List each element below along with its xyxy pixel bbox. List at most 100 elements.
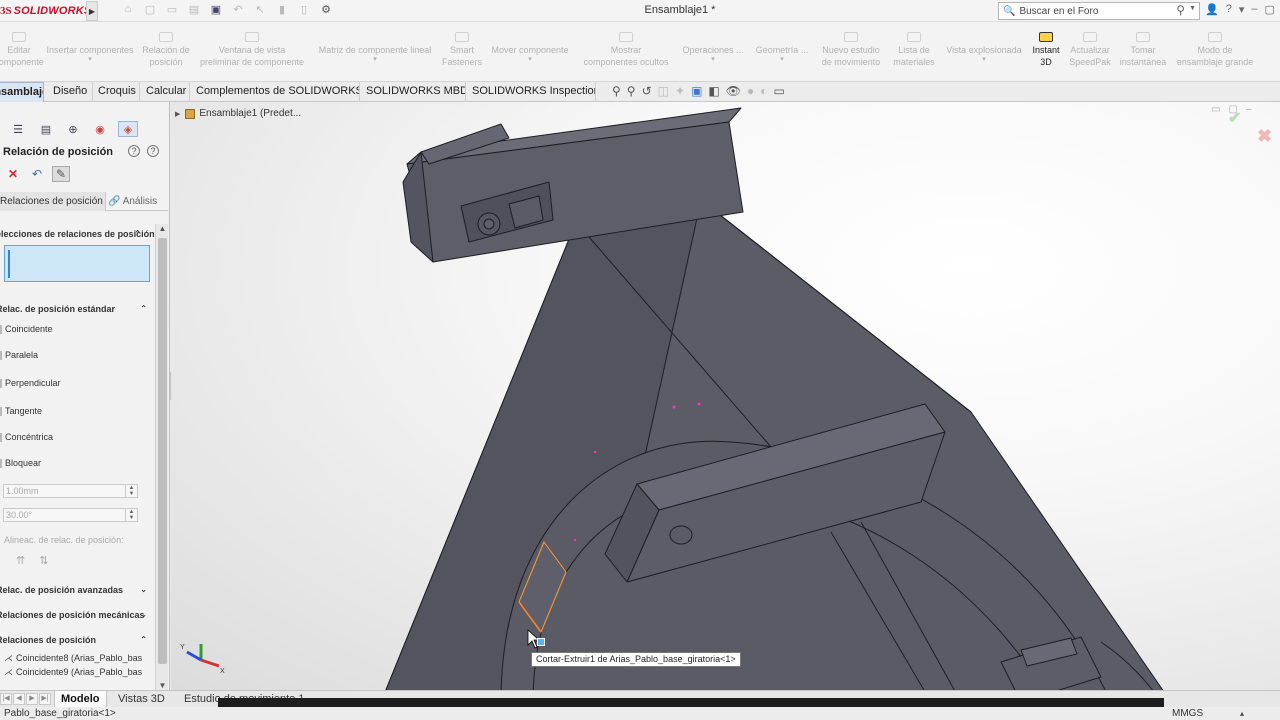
mate-list-item[interactable]: ⋌ Coincidente9 (Arias_Pablo_bas (4, 667, 142, 678)
mate-parallel[interactable]: Paralela (0, 350, 38, 360)
cmd-reference-geometry[interactable]: Geometría ... ▾ (752, 44, 812, 64)
prev-tab-icon[interactable]: ◀ (13, 693, 25, 705)
previous-view-icon[interactable]: ↺ (642, 84, 652, 100)
confirm-check-icon[interactable]: ✔ (1228, 108, 1241, 128)
chevron-down-icon[interactable]: ▾ (484, 56, 576, 64)
last-tab-icon[interactable]: ▶| (39, 693, 51, 705)
cmd-update-speedpak[interactable]: Actualizar SpeedPak (1066, 32, 1114, 68)
scroll-down-icon[interactable]: ▼ (156, 681, 169, 690)
cmd-bill-of-materials[interactable]: Lista de materiales (886, 32, 942, 68)
cmd-move-component[interactable]: Mover componente ▾ (484, 44, 576, 64)
help-dropdown-icon[interactable]: ▾ (1239, 3, 1245, 16)
feature-tree-root[interactable]: ▶ Ensamblaje1 (Predet... (175, 108, 301, 119)
mate-tangent[interactable]: Tangente (0, 406, 42, 416)
tab-layout[interactable]: Diseño (49, 82, 93, 102)
save-icon[interactable]: ▤ (186, 3, 202, 19)
graphics-area[interactable]: ▶ Ensamblaje1 (Predet... ▭ ▢ – ✔ ✖ Y X C… (171, 102, 1280, 690)
view-orientation-icon[interactable]: ▣ (691, 84, 702, 100)
cmd-assembly-features[interactable]: Operaciones ... ▾ (680, 44, 746, 64)
rebuild-icon[interactable]: ▮ (274, 3, 290, 19)
configuration-manager-icon[interactable]: ⊕ (63, 121, 83, 137)
dimxpert-icon[interactable]: ◉ (90, 121, 110, 137)
undo-icon[interactable]: ↶ (28, 166, 46, 182)
hide-show-items-icon[interactable]: 👁 (726, 84, 741, 100)
feature-manager-icon[interactable]: ☰ (8, 121, 28, 137)
first-tab-icon[interactable]: |◀ (0, 693, 12, 705)
zoom-to-area-icon[interactable]: ⚲ (627, 84, 636, 100)
chevron-up-icon[interactable]: ⌃ (140, 301, 147, 317)
view-settings-icon[interactable]: ▭ (773, 84, 784, 100)
scrollbar-thumb[interactable] (158, 238, 167, 664)
chevron-down-icon[interactable]: ▾ (40, 56, 140, 64)
chevron-down-icon[interactable]: ▾ (680, 56, 746, 64)
tab-solidworks-addins[interactable]: Complementos de SOLIDWORKS (192, 82, 360, 102)
user-icon[interactable]: 👤 (1205, 3, 1219, 16)
tab-solidworks-mbd[interactable]: SOLIDWORKS MBD (362, 82, 466, 102)
chevron-down-icon[interactable]: ▾ (942, 56, 1026, 64)
cmd-show-hidden[interactable]: Mostrar componentes ocultos (576, 32, 676, 68)
unit-system[interactable]: MMGS (1172, 707, 1203, 720)
chevron-down-icon[interactable]: ▾ (752, 56, 812, 64)
mate-coincident[interactable]: Coincidente (0, 324, 53, 334)
apply-scene-icon[interactable]: ◐ (760, 84, 767, 100)
chevron-down-icon[interactable]: ⌄ (140, 582, 147, 598)
chevron-up-icon[interactable]: ⌃ (134, 226, 141, 242)
restore-icon[interactable]: ▢ (1264, 3, 1274, 16)
mate-concentric[interactable]: Concéntrica (0, 432, 53, 442)
dynamic-annotation-icon[interactable]: ✦ (675, 84, 685, 100)
search-scope-icon[interactable]: 🔍 (1003, 6, 1015, 17)
open-folder-icon[interactable]: ▭ (164, 3, 180, 19)
search-icon[interactable]: ⚲ (1176, 3, 1185, 17)
help-icon[interactable]: ? (1226, 3, 1232, 16)
help-icon[interactable]: ? (147, 145, 159, 157)
section-view-icon[interactable]: ◫ (658, 84, 669, 100)
mate-lock[interactable]: Bloquear (0, 458, 41, 468)
next-tab-icon[interactable]: ▶ (26, 693, 38, 705)
tab-3d-views[interactable]: Vistas 3D (112, 691, 171, 708)
edit-appearance-icon[interactable]: ● (747, 84, 754, 100)
cmd-component-preview[interactable]: Ventana de vista preliminar de component… (192, 32, 312, 68)
options-gear-icon[interactable]: ⚙ (318, 3, 334, 19)
cancel-x-icon[interactable]: ✖ (1257, 126, 1272, 147)
panel-scrollbar[interactable]: ▲ ▼ (155, 224, 168, 690)
property-manager-icon[interactable]: ▤ (36, 121, 56, 137)
forum-search-input[interactable]: 🔍 Buscar en el Foro ⚲ ▼ (998, 2, 1200, 20)
menu-expand-arrow-icon[interactable]: ▶ (86, 1, 98, 21)
chevron-down-icon[interactable]: ⌄ (140, 607, 147, 623)
cmd-new-motion-study[interactable]: Nuevo estudio de movimiento (816, 32, 886, 68)
home-icon[interactable]: ⌂ (120, 3, 136, 19)
mate-perpendicular[interactable]: Perpendicular (0, 378, 61, 388)
tab-solidworks-inspection[interactable]: SOLIDWORKS Inspection (468, 82, 596, 102)
angle-spinbox[interactable]: 30.00° ▲ ▼ (3, 508, 138, 522)
cmd-linear-pattern[interactable]: Matriz de componente lineal ▾ (312, 44, 438, 64)
viewport-minimize-icon[interactable]: – (1246, 104, 1252, 115)
aligned-icon[interactable]: ⇈ (16, 554, 25, 567)
undo-icon[interactable]: ↶ (230, 3, 246, 19)
viewport-restore-icon[interactable]: ▭ (1211, 104, 1220, 115)
group-standard-mates[interactable]: Relac. de posición estándar ⌃ (0, 301, 149, 317)
cmd-smart-fasteners[interactable]: Smart Fasteners (436, 32, 488, 68)
tab-model[interactable]: Modelo (54, 691, 107, 708)
spin-arrows-icon[interactable]: ▲ ▼ (125, 485, 137, 497)
new-document-icon[interactable]: ▢ (142, 3, 158, 19)
print-icon[interactable]: ▣ (208, 3, 224, 19)
chevron-up-icon[interactable]: ⌃ (140, 632, 147, 648)
display-style-icon[interactable]: ◧ (708, 84, 719, 100)
scroll-up-icon[interactable]: ▲ (156, 224, 169, 233)
assembly-model[interactable] (171, 102, 1280, 690)
group-mechanical-mates[interactable]: Relaciones de posición mecánicas ⌄ (0, 607, 149, 623)
pin-icon[interactable]: ✎ (52, 166, 70, 182)
chevron-down-icon[interactable]: ▼ (1189, 5, 1196, 12)
cmd-exploded-view[interactable]: Vista explosionada ▾ (942, 44, 1026, 64)
file-properties-icon[interactable]: ▯ (296, 3, 312, 19)
cmd-take-snapshot[interactable]: Tomar instantánea (1114, 32, 1172, 68)
tab-mate-relations[interactable]: Relaciones de posición (0, 192, 106, 211)
spin-arrows-icon[interactable]: ▲ ▼ (125, 509, 137, 521)
tab-sketch[interactable]: Croquis (94, 82, 140, 102)
mate-selections-field[interactable] (4, 245, 150, 282)
tab-evaluate[interactable]: Calcular (142, 82, 190, 102)
group-mates[interactable]: Relaciones de posición ⌃ (0, 632, 149, 648)
select-icon[interactable]: ↖ (252, 3, 268, 19)
whats-new-icon[interactable]: ? (128, 145, 140, 157)
zoom-to-fit-icon[interactable]: ⚲ (612, 84, 621, 100)
